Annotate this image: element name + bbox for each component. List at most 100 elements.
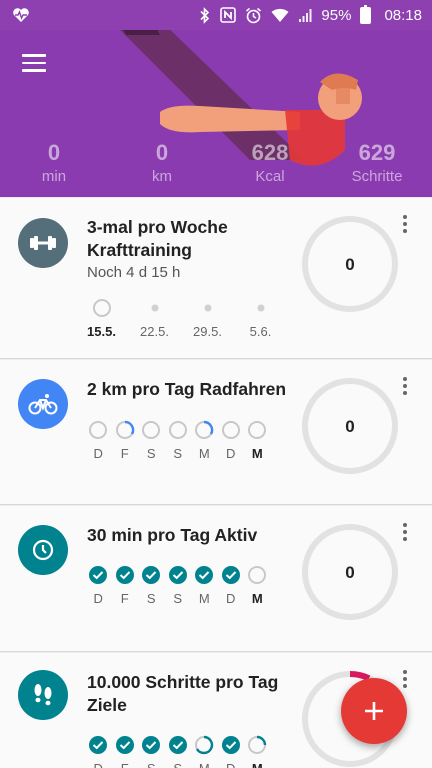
week-circle-icon — [92, 299, 111, 317]
dumbbell-icon — [18, 218, 68, 268]
day-progress: D F S S M D M — [85, 565, 271, 606]
day-item: S — [165, 565, 192, 606]
stat-value: 629 — [358, 140, 396, 165]
day-progress: D F S S M D M — [85, 420, 271, 461]
plus-icon — [365, 702, 383, 720]
day-partial-icon — [248, 735, 267, 754]
day-label: D — [226, 446, 236, 461]
day-label: D — [218, 761, 245, 768]
day-partial-icon — [195, 735, 214, 755]
day-label: S — [165, 761, 192, 768]
day-label: D — [226, 591, 236, 606]
day-label: S — [146, 446, 156, 461]
day-partial-icon — [115, 420, 135, 439]
day-done-icon — [195, 566, 214, 584]
week-dot-icon — [204, 304, 211, 312]
stat-calories: 628 Kcal — [220, 140, 320, 188]
day-item: D — [85, 420, 112, 461]
stat-steps: 629 Schritte — [327, 140, 427, 188]
day-done-icon — [89, 566, 108, 584]
day-label: S — [173, 591, 183, 606]
heart-monitor-icon — [13, 8, 29, 22]
day-item: S — [138, 565, 165, 606]
goal-card-active[interactable]: 30 min pro Tag Aktiv D F S S M D M 0 — [0, 506, 432, 652]
day-label: M — [198, 591, 210, 606]
week-label: 5.6. — [249, 324, 272, 339]
week-item: 29.5. — [181, 298, 234, 339]
day-label: D — [93, 446, 103, 461]
week-progress: 15.5. 22.5. 29.5. 5.6. — [75, 298, 287, 339]
week-item: 5.6. — [234, 298, 287, 339]
stat-unit: min — [41, 168, 67, 185]
add-goal-button[interactable] — [341, 678, 407, 744]
day-label: M — [251, 591, 263, 606]
day-item: D — [85, 565, 112, 606]
day-label: D — [93, 591, 103, 606]
more-options-button[interactable] — [398, 213, 412, 235]
wifi-icon — [271, 8, 289, 23]
battery-icon — [360, 4, 372, 24]
day-item: F — [112, 735, 139, 768]
goal-title-line2: Krafttraining — [87, 240, 192, 260]
day-label: S — [146, 591, 156, 606]
week-dot-icon — [151, 304, 158, 312]
day-empty-icon — [248, 421, 267, 439]
day-empty-icon — [168, 421, 187, 439]
goal-title: 3-mal pro Woche Krafttraining — [87, 216, 228, 262]
day-label: F — [120, 446, 129, 461]
daily-stats: 0 min 0 km 628 Kcal 629 Schritte — [0, 140, 432, 195]
day-label: M — [191, 761, 218, 768]
day-done-icon — [142, 566, 161, 584]
day-item: M — [244, 420, 271, 461]
day-item: D — [218, 735, 245, 768]
week-label: 29.5. — [193, 324, 222, 339]
stat-value: 628 — [251, 140, 289, 165]
day-empty-icon — [89, 421, 108, 439]
progress-value: 0 — [345, 255, 355, 274]
day-label: F — [112, 761, 139, 768]
day-partial-icon — [195, 420, 214, 439]
day-label: M — [198, 446, 210, 461]
goal-title-line2: Ziele — [87, 695, 127, 715]
stat-distance: 0 km — [112, 140, 212, 188]
alarm-icon — [245, 7, 262, 24]
day-item: M — [191, 735, 218, 768]
goal-title: 10.000 Schritte pro Tag Ziele — [87, 671, 278, 717]
week-item: 15.5. — [75, 298, 128, 339]
day-item: F — [112, 565, 139, 606]
day-empty-icon — [142, 421, 161, 439]
day-done-icon — [142, 736, 161, 754]
goal-card-cycling[interactable]: 2 km pro Tag Radfahren D F S S M D M 0 — [0, 360, 432, 505]
day-label: M — [244, 761, 271, 768]
goal-title-line1: 10.000 Schritte pro Tag — [87, 672, 279, 692]
goal-card-strength[interactable]: 3-mal pro Woche Krafttraining Noch 4 d 1… — [0, 198, 432, 359]
day-item: S — [138, 735, 165, 768]
day-item: S — [165, 735, 192, 768]
bicycle-icon — [18, 379, 68, 429]
more-options-button[interactable] — [398, 668, 412, 690]
more-options-button[interactable] — [398, 521, 412, 543]
goal-title: 30 min pro Tag Aktiv — [87, 525, 258, 545]
day-label: M — [251, 446, 263, 461]
week-item: 22.5. — [128, 298, 181, 339]
day-progress: D F S S M D M — [85, 735, 271, 768]
stat-minutes: 0 min — [4, 140, 104, 188]
progress-value: 0 — [345, 563, 355, 582]
stat-unit: km — [152, 168, 172, 185]
day-done-icon — [221, 736, 240, 754]
clock: 08:18 — [384, 6, 422, 24]
more-options-button[interactable] — [398, 375, 412, 397]
day-item: M — [191, 420, 218, 461]
battery-percent: 95% — [321, 6, 352, 24]
menu-button[interactable] — [22, 54, 46, 72]
goal-title: 2 km pro Tag Radfahren — [87, 379, 287, 399]
day-item: D — [218, 565, 245, 606]
goal-title-line1: 3-mal pro Woche — [87, 217, 228, 237]
day-done-icon — [221, 566, 240, 584]
day-done-icon — [115, 736, 134, 754]
day-done-icon — [168, 566, 187, 584]
activity-header: 0 min 0 km 628 Kcal 629 Schritte — [0, 30, 432, 197]
day-done-icon — [89, 736, 108, 754]
day-empty-icon — [221, 421, 240, 439]
day-item: S — [165, 420, 192, 461]
